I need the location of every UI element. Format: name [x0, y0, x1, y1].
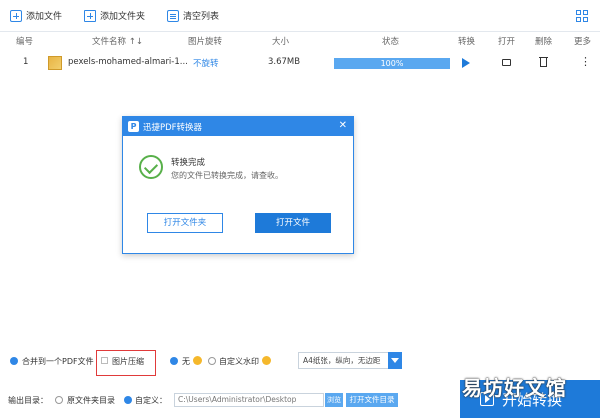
table-row[interactable]: 1 pexels-mohamed-almari-1... 不旋转 3.67MB …: [0, 52, 600, 74]
source-dir-radio[interactable]: [55, 396, 63, 404]
add-folder-icon: [84, 9, 97, 22]
app-logo-icon: P: [128, 121, 139, 132]
file-name: pexels-mohamed-almari-1...: [68, 57, 188, 67]
success-check-icon: [139, 155, 163, 179]
vip-crown-icon: [262, 356, 271, 365]
custom-dir-radio[interactable]: [124, 396, 132, 404]
col-status: 状态: [382, 37, 400, 47]
conversion-dialog: P 迅捷PDF转换器 ✕ 转换完成 您的文件已转换完成，请查收。 打开文件夹 打…: [122, 116, 354, 254]
add-folder-button[interactable]: 添加文件夹: [84, 9, 145, 22]
custom-watermark-label: 自定义水印: [219, 357, 259, 366]
col-more: 更多: [574, 37, 592, 47]
rotate-option[interactable]: 不旋转: [193, 57, 219, 69]
trash-icon[interactable]: [539, 57, 548, 67]
play-icon[interactable]: [462, 58, 470, 68]
clear-list-button[interactable]: 清空列表: [167, 9, 219, 22]
progress-bar: 100%: [334, 58, 450, 69]
options-row: 合并到一个PDF文件 图片压缩 无 自定义水印 A4纸张，纵向，无边距: [0, 350, 600, 376]
dialog-heading: 转换完成: [171, 158, 206, 168]
dialog-title: 迅捷PDF转换器: [143, 122, 203, 133]
vip-crown-icon: [193, 356, 202, 365]
source-dir-label: 原文件夹目录: [67, 396, 115, 405]
table-header: 编号 文件名称 ↑↓ 图片旋转 大小 状态 转换 打开 删除 更多: [0, 32, 600, 50]
file-index: 1: [23, 57, 29, 67]
output-label: 输出目录：: [8, 396, 48, 405]
merge-pdf-label: 合并到一个PDF文件: [22, 357, 94, 366]
watermark-none-label: 无: [182, 357, 190, 366]
page-setting-value: A4纸张，纵向，无边距: [303, 356, 381, 365]
toolbar: 添加文件 添加文件夹 清空列表: [0, 0, 600, 32]
clear-list-label: 清空列表: [183, 12, 220, 22]
merge-pdf-radio[interactable]: [10, 357, 18, 365]
add-file-label: 添加文件: [26, 12, 63, 22]
col-rotate: 图片旋转: [188, 37, 223, 47]
dialog-title-bar: P 迅捷PDF转换器 ✕: [123, 117, 353, 136]
col-open: 打开: [498, 37, 516, 47]
add-folder-label: 添加文件夹: [100, 12, 146, 22]
open-output-folder-button[interactable]: 打开文件目录: [346, 393, 398, 407]
close-icon[interactable]: ✕: [339, 120, 347, 131]
file-size: 3.67MB: [268, 57, 301, 67]
open-folder-icon[interactable]: [502, 59, 511, 66]
col-convert: 转换: [458, 37, 476, 47]
col-index: 编号: [16, 37, 34, 47]
browse-button[interactable]: 浏览: [325, 393, 343, 407]
compress-label: 图片压缩: [112, 357, 144, 366]
clear-list-icon: [167, 9, 180, 22]
col-delete: 删除: [535, 37, 553, 47]
watermark: 易坊好文馆: [462, 376, 567, 400]
output-path-input[interactable]: C:\Users\Administrator\Desktop: [174, 393, 324, 407]
open-folder-button[interactable]: 打开文件夹: [147, 213, 223, 233]
dialog-message: 您的文件已转换完成，请查收。: [171, 171, 283, 180]
image-thumbnail-icon: [48, 56, 62, 70]
add-file-button[interactable]: 添加文件: [10, 9, 62, 22]
watermark-none-radio[interactable]: [170, 357, 178, 365]
custom-watermark-radio[interactable]: [208, 357, 216, 365]
custom-dir-label: 自定义：: [135, 396, 167, 405]
grid-view-icon[interactable]: [576, 10, 588, 22]
page-setting-select[interactable]: A4纸张，纵向，无边距: [298, 352, 402, 369]
open-file-button[interactable]: 打开文件: [255, 213, 331, 233]
more-icon[interactable]: ⋮: [580, 55, 591, 68]
compress-checkbox[interactable]: [101, 357, 108, 364]
chevron-down-icon[interactable]: [388, 352, 402, 369]
col-name[interactable]: 文件名称 ↑↓: [92, 35, 143, 47]
col-size: 大小: [272, 37, 290, 47]
add-file-icon: [10, 9, 22, 22]
